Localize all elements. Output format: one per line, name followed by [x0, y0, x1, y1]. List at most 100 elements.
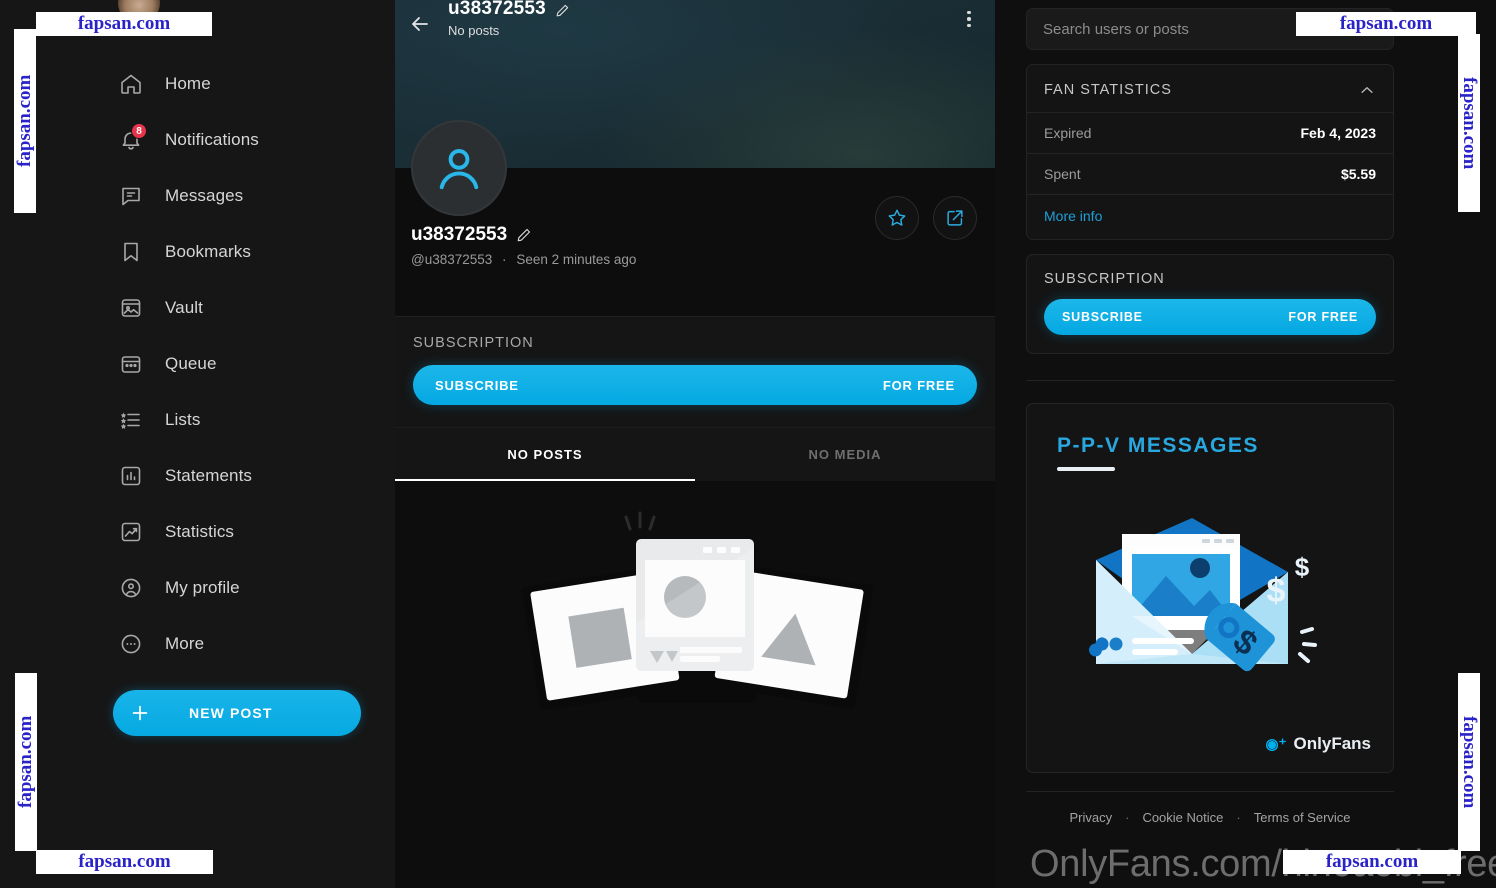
tab-no-media[interactable]: NO MEDIA	[695, 428, 995, 481]
center-subscription-section: SUBSCRIPTION SUBSCRIBE FOR FREE	[395, 316, 995, 427]
onlyfans-profile-page: Home 8 Notifications Messages Bookmarks …	[0, 0, 1496, 888]
sidebar-item-label: More	[165, 634, 205, 653]
subscription-card: SUBSCRIPTION SUBSCRIBE FOR FREE	[1026, 254, 1394, 354]
sidebar-item-lists[interactable]: Lists	[0, 392, 395, 448]
footer-link-terms-of-service[interactable]: Terms of Service	[1254, 810, 1351, 825]
default-user-avatar-icon[interactable]	[411, 120, 507, 216]
ellipsis-circle-icon	[118, 631, 144, 657]
notifications-badge: 8	[131, 123, 147, 139]
fan-statistics-header: FAN STATISTICS	[1027, 65, 1393, 112]
trend-chart-icon	[118, 519, 144, 545]
empty-posts-placeholder	[395, 481, 995, 873]
svg-text:$: $	[1267, 572, 1286, 610]
sidebar-item-statistics[interactable]: Statistics	[0, 504, 395, 560]
subscribe-button[interactable]: SUBSCRIBE FOR FREE	[413, 365, 977, 405]
sidebar-item-queue[interactable]: Queue	[0, 336, 395, 392]
ppv-messages-promo-card[interactable]: P-P-V MESSAGES $ $ $ ◉⁺ OnlyFans	[1026, 403, 1394, 773]
sidebar-item-my-profile[interactable]: My profile	[0, 560, 395, 616]
stat-value: Feb 4, 2023	[1300, 125, 1377, 141]
footer-link-privacy[interactable]: Privacy	[1069, 810, 1112, 825]
sidebar-item-bookmarks[interactable]: Bookmarks	[0, 224, 395, 280]
kebab-menu-icon[interactable]	[956, 6, 982, 32]
chat-bubble-icon	[118, 183, 144, 209]
onlyfans-brand-label: OnlyFans	[1293, 734, 1371, 753]
profile-name-block: u38372553 @u38372553 · Seen 2 minutes ag…	[411, 224, 636, 267]
chevron-up-icon[interactable]	[1358, 81, 1376, 99]
sidebar-item-label: My profile	[165, 578, 240, 597]
left-sidebar: Home 8 Notifications Messages Bookmarks …	[0, 0, 395, 888]
profile-handle: @u38372553	[411, 252, 493, 267]
sidebar-item-label: Messages	[165, 186, 244, 205]
calendar-icon	[118, 351, 144, 377]
stat-row-expired: Expired Feb 4, 2023	[1027, 112, 1393, 153]
tab-label: NO MEDIA	[808, 447, 882, 462]
footer-link-cookie-notice[interactable]: Cookie Notice	[1142, 810, 1223, 825]
sidebar-item-label: Notifications	[165, 130, 259, 149]
fan-statistics-title: FAN STATISTICS	[1044, 82, 1172, 98]
promo-underline	[1057, 467, 1115, 471]
sidebar-item-label: Statements	[165, 466, 252, 485]
section-divider	[1026, 380, 1394, 381]
star-icon[interactable]	[875, 196, 919, 240]
list-icon	[118, 407, 144, 433]
sidebar-item-vault[interactable]: Vault	[0, 280, 395, 336]
profile-display-name: u38372553	[411, 224, 636, 246]
new-post-label: NEW POST	[189, 705, 273, 721]
subscribe-label: SUBSCRIBE	[1062, 310, 1143, 324]
sidebar-item-label: Bookmarks	[165, 242, 251, 261]
search-bar[interactable]	[1026, 8, 1394, 50]
tab-label: NO POSTS	[507, 447, 583, 462]
subscribe-button[interactable]: SUBSCRIBE FOR FREE	[1044, 299, 1376, 335]
subscription-card-heading: SUBSCRIPTION	[1044, 271, 1165, 287]
bell-icon: 8	[118, 123, 147, 153]
right-sidebar: FAN STATISTICS Expired Feb 4, 2023 Spent…	[995, 0, 1496, 888]
share-icon[interactable]	[933, 196, 977, 240]
sidebar-item-home[interactable]: Home	[0, 56, 395, 112]
bar-chart-icon	[118, 463, 144, 489]
pencil-icon[interactable]	[555, 2, 570, 17]
sidebar-item-label: Lists	[165, 410, 201, 429]
sidebar-item-label: Queue	[165, 354, 217, 373]
more-info-link[interactable]: More info	[1027, 194, 1393, 239]
bookmark-icon	[118, 239, 144, 265]
profile-identity-block: u38372553 @u38372553 · Seen 2 minutes ag…	[395, 120, 995, 316]
main-navigation: Home 8 Notifications Messages Bookmarks …	[0, 0, 395, 736]
stat-value: $5.59	[1340, 166, 1376, 182]
svg-text:$: $	[1295, 552, 1310, 582]
stat-row-spent: Spent $5.59	[1027, 153, 1393, 194]
footer-separator: ·	[1236, 810, 1241, 825]
subscription-heading: SUBSCRIPTION	[413, 335, 534, 351]
search-input[interactable]	[1043, 20, 1377, 38]
fan-statistics-card: FAN STATISTICS Expired Feb 4, 2023 Spent…	[1026, 64, 1394, 240]
footer-separator: ·	[1125, 810, 1130, 825]
arrow-left-icon[interactable]	[405, 9, 435, 39]
person-circle-icon	[118, 575, 144, 601]
tab-no-posts[interactable]: NO POSTS	[395, 428, 695, 481]
stat-key: Expired	[1044, 125, 1092, 141]
subscribe-label: SUBSCRIBE	[435, 377, 519, 393]
profile-header-titles: u38372553 No posts	[448, 0, 570, 38]
empty-state-illustration	[521, 511, 874, 711]
profile-top-bar: u38372553 No posts	[395, 0, 995, 46]
sidebar-item-more[interactable]: More	[0, 616, 395, 672]
sidebar-item-label: Vault	[165, 298, 203, 317]
new-post-button[interactable]: NEW POST	[113, 690, 361, 736]
sidebar-item-messages[interactable]: Messages	[0, 168, 395, 224]
sidebar-item-label: Statistics	[165, 522, 235, 541]
footer-links: Privacy · Cookie Notice · Terms of Servi…	[1026, 792, 1394, 825]
profile-actions	[875, 196, 977, 240]
profile-last-seen: Seen 2 minutes ago	[516, 252, 637, 267]
sidebar-item-statements[interactable]: Statements	[0, 448, 395, 504]
plus-icon	[127, 700, 153, 726]
subscribe-price: FOR FREE	[1288, 310, 1358, 324]
subscribe-price: FOR FREE	[882, 377, 955, 393]
promo-title: P-P-V MESSAGES	[1057, 434, 1259, 457]
profile-tabs: NO POSTS NO MEDIA	[395, 427, 995, 481]
sidebar-item-label: Home	[165, 74, 211, 93]
stat-key: Spent	[1044, 166, 1081, 182]
envelope-money-illustration: $ $ $	[1089, 518, 1317, 672]
of-logo-icon: ◉⁺	[1265, 736, 1287, 753]
sidebar-item-notifications[interactable]: 8 Notifications	[0, 112, 395, 168]
pencil-icon[interactable]	[516, 227, 532, 243]
profile-header-name: u38372553	[448, 0, 570, 20]
